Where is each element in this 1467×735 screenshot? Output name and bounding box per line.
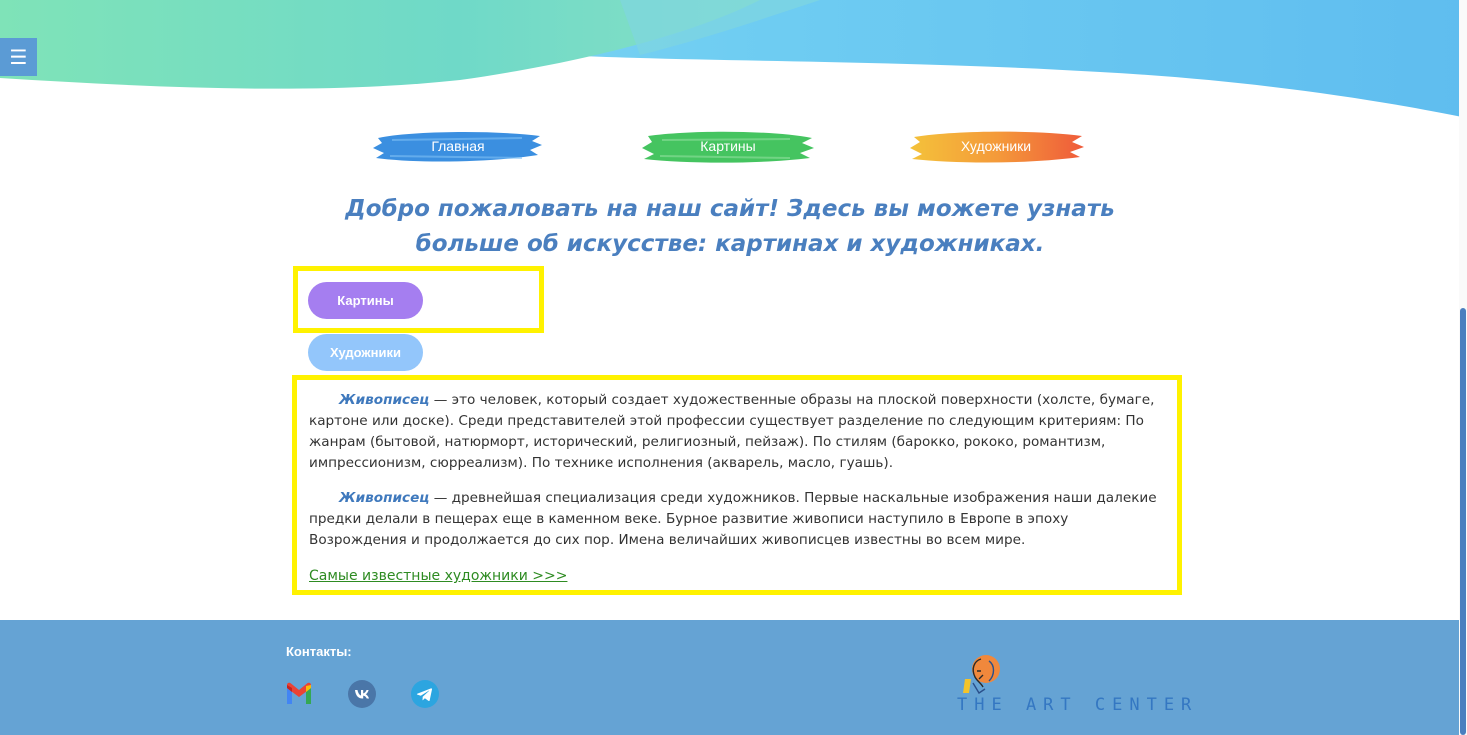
tab-artists-button[interactable]: Художники — [308, 334, 423, 371]
paragraph-2: Живописец — древнейшая специализация сре… — [309, 488, 1161, 551]
footer: Контакты: THE ART CENTER — [0, 620, 1467, 735]
nav-artists-label: Художники — [960, 138, 1032, 154]
tab-paintings-button[interactable]: Картины — [308, 282, 423, 319]
nav-home-label: Главная — [431, 138, 485, 154]
paragraph-2-text: — древнейшая специализация среди художни… — [309, 490, 1157, 548]
paragraph-2-term: Живописец — [339, 490, 430, 506]
logo-text: THE ART CENTER — [957, 695, 1199, 715]
main-nav: Главная Картины Художники — [0, 128, 1467, 168]
content-panel: Живописец — это человек, который создает… — [292, 375, 1182, 595]
welcome-heading: Добро пожаловать на наш сайт! Здесь вы м… — [345, 196, 1115, 257]
nav-home-button[interactable]: Главная — [372, 128, 544, 168]
famous-artists-link[interactable]: Самые известные художники >>> — [309, 568, 567, 584]
scrollbar-thumb[interactable] — [1460, 308, 1466, 735]
paragraph-1-term: Живописец — [339, 392, 430, 408]
paragraph-1: Живописец — это человек, который создает… — [309, 390, 1161, 474]
paragraph-1-text: — это человек, который создает художеств… — [309, 392, 1155, 471]
nav-artists-button[interactable]: Художники — [908, 128, 1084, 168]
page: ☰ Главная Картины Художники Добро пожало… — [0, 0, 1467, 735]
header-banner — [0, 0, 1467, 120]
logo-face-icon — [963, 655, 1000, 694]
hamburger-icon: ☰ — [9, 45, 28, 69]
nav-paintings-label: Картины — [700, 138, 756, 154]
nav-paintings-button[interactable]: Картины — [640, 128, 816, 168]
gmail-icon[interactable] — [285, 680, 313, 708]
contacts-label: Контакты: — [286, 644, 352, 659]
menu-toggle-button[interactable]: ☰ — [0, 38, 37, 76]
art-center-logo[interactable]: THE ART CENTER — [955, 653, 1195, 723]
vk-icon[interactable] — [348, 680, 376, 708]
telegram-icon[interactable] — [411, 680, 439, 708]
